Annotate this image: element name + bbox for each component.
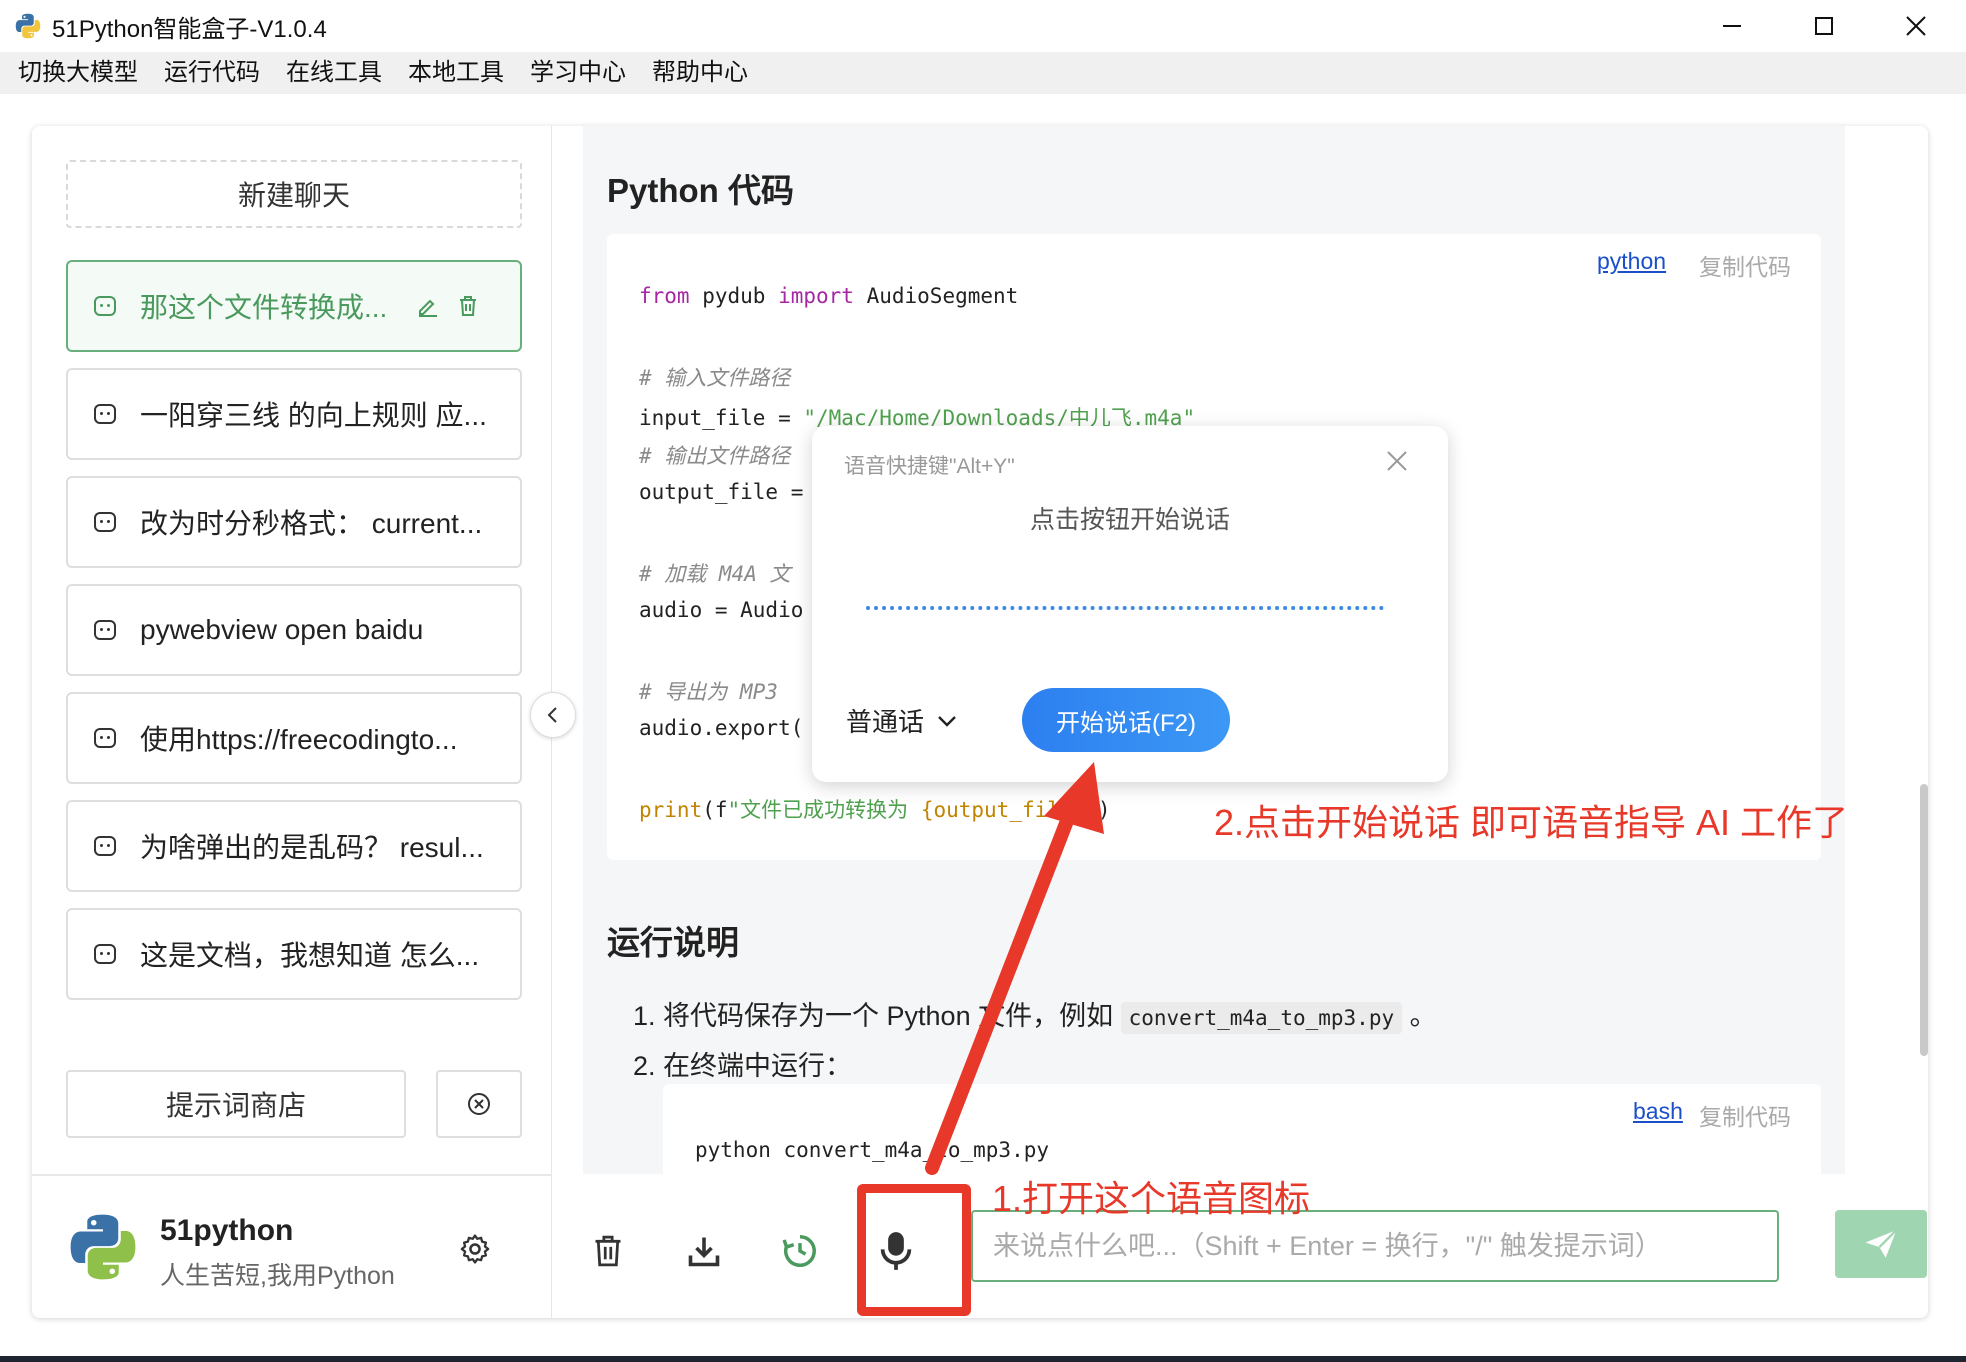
delete-icon[interactable]	[456, 294, 480, 318]
audio-waveform	[866, 606, 1384, 610]
trash-icon	[595, 1235, 621, 1267]
download-icon	[688, 1237, 720, 1267]
edit-icon[interactable]	[416, 294, 440, 318]
python-logo-icon	[70, 1214, 136, 1280]
send-button[interactable]	[1835, 1210, 1927, 1278]
code-line: # 输入文件路径	[639, 366, 791, 390]
chat-item[interactable]: pywebview open baidu	[66, 584, 522, 676]
heading-run-instructions: 运行说明	[607, 924, 739, 961]
annotation-step-1: 1.打开这个语音图标	[992, 1178, 1311, 1219]
code-line: # 输出文件路径	[639, 444, 791, 468]
close-window-button[interactable]	[1870, 0, 1962, 52]
chat-bubble-icon	[94, 728, 116, 748]
chat-item[interactable]: 使用https://freecodingto...	[66, 692, 522, 784]
step-1-suffix: 。	[1409, 1001, 1437, 1031]
code-line: # 导出为 MP3	[639, 680, 778, 704]
chat-bubble-icon	[94, 836, 116, 856]
voice-input-button[interactable]	[873, 1228, 919, 1274]
menu-local-tools[interactable]: 本地工具	[398, 53, 514, 93]
inline-code-filename: convert_m4a_to_mp3.py	[1120, 1002, 1403, 1034]
menu-switch-model[interactable]: 切换大模型	[8, 53, 148, 93]
copy-code-button[interactable]: 复制代码	[1699, 248, 1791, 282]
menu-run-code[interactable]: 运行代码	[154, 53, 270, 93]
code-line: print(f"文件已成功转换为 {output_file}")	[639, 798, 1111, 822]
chevron-down-icon	[938, 715, 956, 727]
menu-online-tools[interactable]: 在线工具	[276, 53, 392, 93]
voice-dialog: 语音快捷键"Alt+Y" 点击按钮开始说话 普通话 开始说话(F2)	[812, 426, 1448, 782]
annotation-step-2: 2.点击开始说话 即可语音指导 AI 工作了	[1214, 802, 1849, 843]
menu-help-center[interactable]: 帮助中心	[642, 53, 758, 93]
clear-chat-button[interactable]	[585, 1228, 631, 1274]
code-line: python convert_m4a_to_mp3.py	[695, 1138, 1050, 1162]
step-2: 2. 在终端中运行：	[633, 1051, 853, 1081]
copy-code-button[interactable]: 复制代码	[1699, 1098, 1791, 1132]
bash-code-block: bash 复制代码 python convert_m4a_to_mp3.py	[663, 1084, 1821, 1174]
new-chat-button[interactable]: 新建聊天	[66, 160, 522, 228]
close-voice-dialog-button[interactable]	[1386, 448, 1408, 478]
chat-bubble-icon	[94, 944, 116, 964]
maximize-icon	[1815, 17, 1833, 35]
heading-python-code: Python 代码	[607, 172, 794, 209]
minimize-icon	[1723, 25, 1741, 27]
chat-bubble-icon	[94, 296, 116, 316]
language-select[interactable]: 普通话	[846, 702, 958, 739]
chat-item-label: 使用https://freecodingto...	[140, 724, 458, 755]
profile-motto: 人生苦短,我用Python	[160, 1262, 395, 1290]
voice-shortcut-hint: 语音快捷键"Alt+Y"	[844, 455, 1015, 478]
chat-item-label: 这是文档，我想知道 怎么...	[140, 940, 480, 971]
history-button[interactable]	[777, 1228, 823, 1274]
code-line: output_file =	[639, 480, 804, 504]
chat-item[interactable]: 一阳穿三线 的向上规则 应...	[66, 368, 522, 460]
send-icon	[1865, 1229, 1898, 1258]
chevron-left-icon	[547, 707, 557, 723]
export-chat-button[interactable]	[681, 1228, 727, 1274]
chat-item-label: 一阳穿三线 的向上规则 应...	[140, 400, 487, 431]
start-speaking-button[interactable]: 开始说话(F2)	[1022, 688, 1230, 752]
prompt-shop-button[interactable]: 提示词商店	[66, 1070, 406, 1138]
user-profile: 51python 人生苦短,我用Python	[32, 1174, 552, 1318]
menu-learning-center[interactable]: 学习中心	[520, 53, 636, 93]
taskbar-edge	[0, 1356, 1966, 1362]
chat-item[interactable]: 改为时分秒格式： current...	[66, 476, 522, 568]
code-language-link[interactable]: python	[1597, 248, 1666, 275]
step-1: 1. 将代码保存为一个 Python 文件，例如 convert_m4a_to_…	[633, 994, 1437, 1034]
maximize-button[interactable]	[1778, 0, 1870, 52]
minimize-button[interactable]	[1686, 0, 1778, 52]
code-line: audio.export(	[639, 716, 804, 740]
chat-item-label: 为啥弹出的是乱码？ resul...	[140, 832, 484, 863]
code-line: from pydub import AudioSegment	[639, 284, 1019, 308]
gear-icon[interactable]	[458, 1232, 492, 1266]
code-language-link[interactable]: bash	[1633, 1098, 1683, 1125]
chat-bubble-icon	[94, 404, 116, 424]
voice-instruction: 点击按钮开始说话	[1029, 506, 1230, 534]
history-clock-icon	[782, 1235, 816, 1267]
chat-item-label: pywebview open baidu	[140, 614, 424, 645]
chat-bubble-icon	[94, 620, 116, 640]
clear-chats-button[interactable]	[436, 1070, 522, 1138]
chat-item-label: 改为时分秒格式： current...	[140, 508, 483, 539]
chat-item[interactable]: 为啥弹出的是乱码？ resul...	[66, 800, 522, 892]
chat-item[interactable]: 这是文档，我想知道 怎么...	[66, 908, 522, 1000]
collapse-sidebar-button[interactable]	[530, 692, 576, 738]
profile-name: 51python	[160, 1214, 294, 1247]
scrollbar[interactable]	[1920, 784, 1928, 1056]
close-icon	[1906, 16, 1926, 36]
close-icon	[1387, 451, 1407, 471]
code-line: # 加载 M4A 文	[639, 562, 791, 586]
chat-item-label: 那这个文件转换成...	[140, 292, 388, 323]
window-title: 51Python智能盒子-V1.0.4	[52, 15, 327, 43]
chat-item-active[interactable]: 那这个文件转换成...	[66, 260, 522, 352]
sidebar: 新建聊天 那这个文件转换成... 一阳穿三线 的向上规则 应... 改为时分秒格…	[32, 126, 552, 1318]
step-1-text: 1. 将代码保存为一个 Python 文件，例如	[633, 1001, 1114, 1031]
chat-bubble-icon	[94, 512, 116, 532]
menu-bar: 切换大模型 运行代码 在线工具 本地工具 学习中心 帮助中心	[0, 52, 1966, 94]
microphone-icon	[880, 1232, 912, 1270]
title-bar: 51Python智能盒子-V1.0.4	[0, 0, 1966, 52]
code-line: audio = Audio	[639, 598, 804, 622]
circle-x-icon	[468, 1093, 490, 1115]
python-logo-icon	[15, 13, 41, 39]
language-label: 普通话	[846, 707, 925, 737]
